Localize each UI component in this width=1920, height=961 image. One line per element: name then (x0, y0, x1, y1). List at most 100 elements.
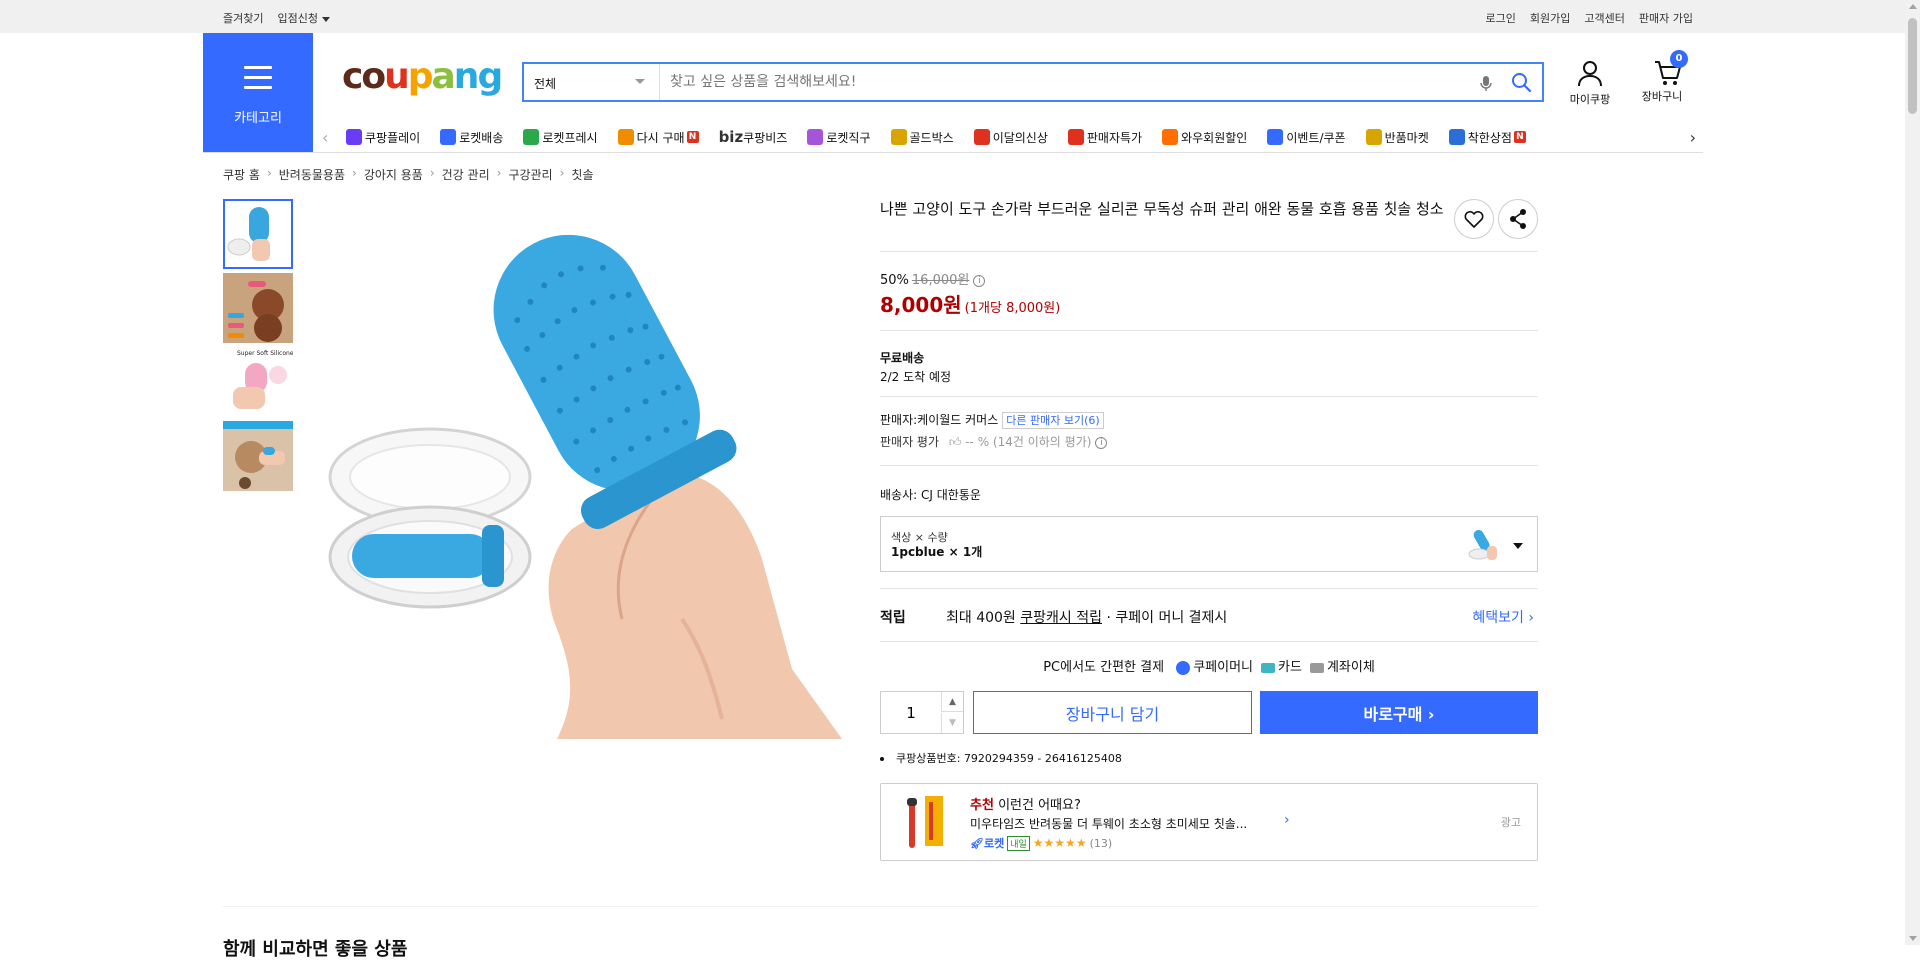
chevron-right-icon[interactable]: › (1284, 812, 1290, 828)
recommended-product-image (897, 794, 953, 852)
benefits-link[interactable]: 혜택보기 › (1472, 607, 1534, 627)
scroll-up-icon[interactable] (1909, 4, 1917, 9)
share-button[interactable] (1498, 199, 1538, 239)
service-nav-item[interactable]: 반품마켓 (1365, 128, 1429, 146)
sale-price: 8,000원 (880, 293, 962, 317)
signup-link[interactable]: 회원가입 (1530, 10, 1570, 26)
divider (880, 330, 1538, 331)
divider (880, 588, 1538, 589)
discount-row: 50% 16,000원 i (880, 269, 986, 288)
info-icon[interactable]: i (1095, 436, 1108, 449)
service-nav-item[interactable]: 로켓프레시 (523, 128, 598, 146)
top-utility-bar: 즐겨찾기 입점신청 로그인 회원가입 고객센터 판매자 가입 (0, 0, 1905, 33)
service-nav-item[interactable]: biz 쿠팡비즈 (719, 128, 788, 146)
chevron-left-icon[interactable]: ‹ (322, 128, 328, 147)
option-select[interactable]: 색상 × 수량 1pcblue × 1개 (880, 516, 1538, 572)
discount-rate: 50% (880, 273, 909, 288)
scroll-down-icon[interactable] (1909, 936, 1917, 941)
info-icon[interactable]: i (973, 274, 986, 287)
heart-icon (1464, 210, 1484, 228)
coupang-cash-link[interactable]: 쿠팡캐시 적립 (1020, 610, 1102, 626)
payment-method-icon (1261, 662, 1276, 673)
buy-now-button[interactable]: 바로구매 › (1260, 691, 1538, 734)
customer-center-link[interactable]: 고객센터 (1584, 10, 1624, 26)
service-nav-item[interactable]: 이벤트/쿠폰 (1267, 128, 1346, 146)
service-nav-item[interactable]: 이달의신상 (973, 128, 1048, 146)
caret-down-icon (321, 16, 330, 22)
category-label: 카테고리 (234, 111, 282, 126)
breadcrumb-item[interactable]: 구강관리 (508, 166, 552, 183)
biz-icon: biz (718, 128, 744, 146)
seller-rating-value: -- % (14건 이하의 평가) (965, 435, 1092, 449)
service-nav-item[interactable]: 로켓직구 (807, 128, 871, 146)
service-nav-item[interactable]: 판매자특가 (1067, 128, 1142, 146)
thumbnail-list: Super Soft Silicone (223, 199, 293, 495)
breadcrumb-item[interactable]: 건강 관리 (442, 166, 490, 183)
search-input[interactable] (662, 64, 1462, 100)
service-nav-items: 쿠팡플레이 로켓배송 로켓프레시 다시 구매 N biz 쿠팡비즈 로켓직구 골드박스 이달의신상… (346, 128, 1546, 146)
courier-name: CJ 대한통운 (921, 488, 981, 502)
seller-name[interactable]: 케이월드 커머스 (917, 413, 998, 427)
rocket-fresh-icon (523, 129, 540, 145)
recommendation-tag: 추천 (970, 798, 994, 813)
quantity-input[interactable] (881, 692, 941, 733)
login-link[interactable]: 로그인 (1486, 10, 1516, 26)
product-main-image[interactable] (322, 199, 865, 739)
vendor-apply-link[interactable]: 입점신청 (277, 10, 330, 26)
breadcrumb-item[interactable]: 쿠팡 홈 (223, 166, 260, 183)
cart-button[interactable]: 0 장바구니 (1636, 50, 1688, 104)
decrease-quantity-icon[interactable]: ▼ (941, 713, 963, 733)
rocket-badge: 🚀︎로켓 (970, 837, 1005, 850)
bullet (880, 757, 884, 761)
search-bar: 전체 (522, 62, 1544, 102)
search-icon[interactable] (1510, 71, 1532, 93)
thumbnail-3[interactable]: Super Soft Silicone (223, 347, 293, 417)
recommended-product-name[interactable]: 미우타임즈 반려동물 더 투웨이 초소형 초미세모 칫솔... (970, 815, 1247, 832)
breadcrumb-separator-icon: › (559, 166, 565, 180)
breadcrumb-item[interactable]: 강아지 용품 (364, 166, 423, 183)
option-thumbnail (1468, 529, 1497, 560)
service-nav-item[interactable]: 쿠팡플레이 (346, 128, 420, 146)
microphone-icon[interactable] (1476, 73, 1496, 93)
vertical-scrollbar[interactable] (1905, 0, 1920, 945)
rating-stars: ★★★★★ (1032, 836, 1087, 850)
service-nav-label: 다시 구매 (636, 130, 685, 145)
service-nav-item[interactable]: 와우회원할인 (1162, 128, 1247, 146)
rocket-label: 로켓 (983, 837, 1005, 850)
good-store-icon (1448, 129, 1465, 145)
service-nav-label: 로켓배송 (459, 130, 504, 145)
payment-method-label: 쿠페이머니 (1193, 660, 1254, 675)
global-icon (807, 129, 824, 145)
breadcrumb-item[interactable]: 반려동물용품 (279, 166, 345, 183)
compare-section-title: 함께 비교하면 좋을 상품 (223, 939, 408, 960)
search-category-select[interactable]: 전체 (524, 64, 660, 100)
seller-signup-link[interactable]: 판매자 가입 (1639, 10, 1693, 26)
breadcrumb-item[interactable]: 칫솔 (571, 166, 593, 183)
service-nav-item[interactable]: 착한상점 N (1448, 128, 1526, 146)
original-price: 16,000원 (911, 273, 970, 288)
thumbnail-2[interactable] (223, 273, 293, 343)
svg-text:Super Soft Silicone: Super Soft Silicone (237, 350, 293, 357)
divider (880, 396, 1538, 397)
scrollbar-thumb[interactable] (1908, 18, 1917, 114)
thumbnail-1[interactable] (223, 199, 293, 269)
mycoupang-button[interactable]: 마이쿠팡 (1564, 58, 1616, 107)
share-icon (1510, 209, 1526, 229)
payment-method-label: 카드 (1278, 660, 1302, 675)
add-to-cart-button[interactable]: 장바구니 담기 (973, 691, 1252, 734)
bookmark-link[interactable]: 즐겨찾기 (223, 10, 263, 26)
service-nav-item[interactable]: 다시 구매 N (617, 128, 699, 146)
seller-row: 판매자:케이월드 커머스 다른 판매자 보기(6) (880, 411, 1104, 429)
other-sellers-link[interactable]: 다른 판매자 보기(6) (1002, 412, 1104, 429)
category-menu-button[interactable]: 카테고리 (203, 33, 313, 153)
service-nav-item[interactable]: 골드박스 (890, 128, 954, 146)
wishlist-button[interactable] (1454, 199, 1494, 239)
increase-quantity-icon[interactable]: ▲ (941, 692, 963, 712)
coupang-logo[interactable]: coupang (342, 56, 503, 97)
payment-method-label: 계좌이체 (1326, 660, 1375, 675)
thumbnail-4[interactable] (223, 421, 293, 491)
breadcrumb-separator-icon: › (266, 166, 272, 180)
recommendation-card[interactable]: 추천 이런건 어때요? 미우타임즈 반려동물 더 투웨이 초소형 초미세모 칫솔… (880, 783, 1538, 861)
chevron-right-icon[interactable]: › (1690, 128, 1696, 147)
service-nav-item[interactable]: 로켓배송 (440, 128, 503, 146)
